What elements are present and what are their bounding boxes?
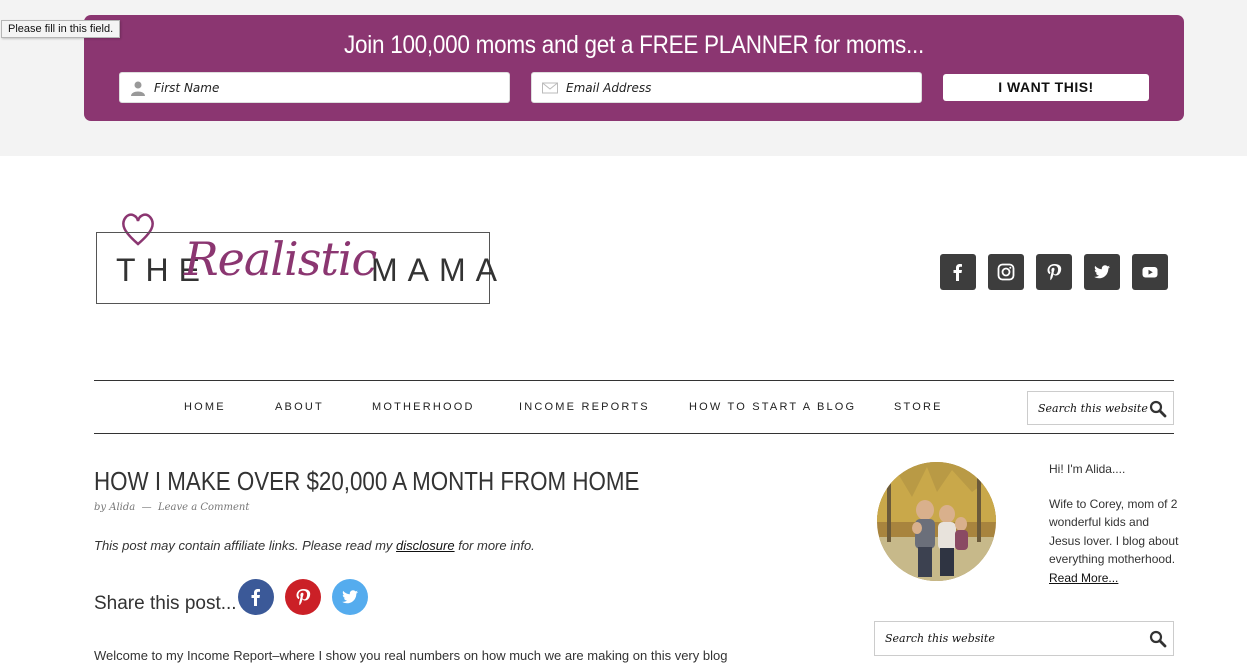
author-avatar [877,462,996,581]
affiliate-text-pre: This post may contain affiliate links. P… [94,538,393,553]
youtube-icon [1142,267,1158,278]
facebook-button[interactable] [940,254,976,290]
optin-form: Join 100,000 moms and get a FREE PLANNER… [84,15,1184,121]
email-field[interactable]: Email Address [531,72,922,103]
bio-text: Wife to Corey, mom of 2 wonderful kids a… [1049,496,1179,567]
sidebar-search-input[interactable]: Search this website [874,621,1174,656]
validation-tooltip: Please fill in this field. [1,20,121,38]
share-facebook-button[interactable] [238,579,274,615]
envelope-icon [542,82,558,94]
share-twitter-button[interactable] [332,579,368,615]
instagram-icon [997,263,1015,281]
pinterest-icon [296,589,311,606]
twitter-button[interactable] [1084,254,1120,290]
facebook-icon [251,589,260,606]
user-icon [131,81,145,96]
logo-mama: MAMA [371,252,507,288]
read-more-link[interactable]: Read More... [1049,571,1118,585]
nav-top-divider [94,380,1174,381]
site-logo[interactable]: THE Realistic MAMA [96,212,497,304]
disclosure-link[interactable]: disclosure [396,538,455,553]
share-pinterest-button[interactable] [285,579,321,615]
post-intro: Welcome to my Income Report–where I show… [94,648,728,663]
optin-banner-area: Join 100,000 moms and get a FREE PLANNER… [0,0,1247,156]
search-icon[interactable] [1149,400,1167,418]
i-want-this-button[interactable]: I WANT THIS! [943,74,1149,101]
affiliate-notice: This post may contain affiliate links. P… [94,538,535,553]
affiliate-text-post: for more info. [458,538,535,553]
facebook-icon [953,264,962,281]
nav-item-how-to-start-a-blog[interactable]: HOW TO START A BLOG [689,401,856,413]
share-label: Share this post... [94,593,237,614]
byline-by: by [94,502,107,513]
byline-author[interactable]: Alida [109,502,135,513]
pinterest-icon [1047,264,1062,281]
family-photo [877,462,996,581]
post-title[interactable]: HOW I MAKE OVER $20,000 A MONTH FROM HOM… [94,466,639,497]
first-name-field[interactable]: First Name [119,72,510,103]
nav-search-input[interactable]: Search this website [1027,391,1174,425]
optin-title: Join 100,000 moms and get a FREE PLANNER… [344,31,924,59]
instagram-button[interactable] [988,254,1024,290]
nav-item-about[interactable]: ABOUT [275,401,324,413]
pinterest-button[interactable] [1036,254,1072,290]
first-name-placeholder: First Name [154,81,220,95]
nav-search-placeholder: Search this website [1038,402,1148,415]
nav-item-home[interactable]: HOME [184,401,226,413]
nav-item-store[interactable]: STORE [894,401,943,413]
leave-comment-link[interactable]: Leave a Comment [158,502,249,513]
byline-separator: — [141,502,152,513]
sidebar-search-placeholder: Search this website [885,632,995,645]
nav-item-motherhood[interactable]: MOTHERHOOD [372,401,475,413]
logo-realistic: Realistic [184,232,377,286]
nav-item-income-reports[interactable]: INCOME REPORTS [519,401,650,413]
author-bio: Hi! I'm Alida.... Wife to Corey, mom of … [1049,460,1179,587]
email-placeholder: Email Address [566,81,652,95]
nav-bottom-divider [94,433,1174,434]
post-byline: by Alida — Leave a Comment [94,502,249,513]
youtube-button[interactable] [1132,254,1168,290]
search-icon[interactable] [1149,630,1167,648]
twitter-icon [342,590,358,604]
bio-greeting: Hi! I'm Alida.... [1049,462,1126,476]
twitter-icon [1094,265,1110,279]
